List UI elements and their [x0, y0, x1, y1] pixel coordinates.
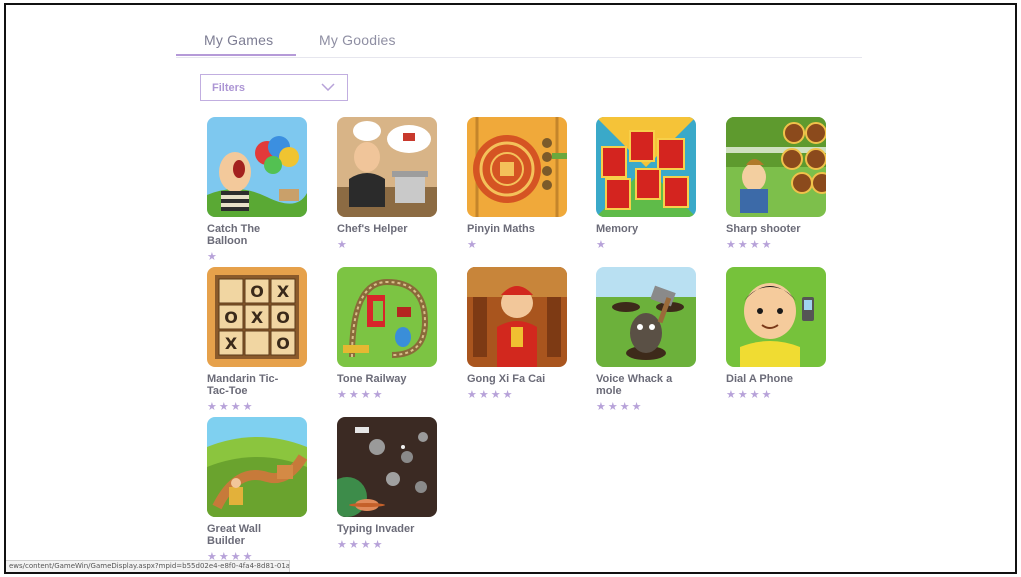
game-thumbnail[interactable]: [337, 117, 437, 217]
star-rating: ★: [467, 239, 479, 251]
game-title[interactable]: Mandarin Tic-Tac-Toe: [207, 373, 297, 397]
star-rating: ★★★★: [467, 389, 515, 401]
app-frame: My Games My Goodies Filters Catch The Ba…: [4, 3, 1017, 574]
star-rating: ★★★★: [337, 389, 385, 401]
tab-bar: My Games My Goodies: [176, 31, 862, 58]
svg-text:X: X: [251, 308, 264, 327]
game-thumbnail[interactable]: [207, 117, 307, 217]
filters-label: Filters: [212, 82, 246, 94]
game-thumbnail[interactable]: [596, 117, 696, 217]
status-bar-url: ews/content/GameWin/GameDisplay.aspx?mpi…: [6, 560, 290, 572]
game-thumbnail[interactable]: [467, 267, 567, 367]
game-tile-balloon[interactable]: Catch The Balloon ★: [207, 117, 327, 263]
game-title[interactable]: Dial A Phone: [726, 373, 816, 385]
star-rating: ★: [207, 251, 219, 263]
game-title[interactable]: Pinyin Maths: [467, 223, 557, 235]
game-title[interactable]: Great Wall Builder: [207, 523, 297, 547]
filters-dropdown[interactable]: Filters: [200, 74, 348, 101]
game-thumbnail[interactable]: [596, 267, 696, 367]
svg-text:O: O: [276, 308, 290, 327]
game-thumbnail[interactable]: [726, 267, 826, 367]
game-title[interactable]: Memory: [596, 223, 686, 235]
game-thumbnail[interactable]: [337, 417, 437, 517]
tab-my-goodies[interactable]: My Goodies: [319, 31, 396, 57]
game-tile-tictactoe[interactable]: OX OXO XO Mandarin Tic-Tac-Toe ★★★★: [207, 267, 327, 413]
chevron-down-icon: [321, 83, 335, 91]
game-title[interactable]: Chef's Helper: [337, 223, 427, 235]
star-rating: ★: [337, 239, 349, 251]
game-tile-gongxi[interactable]: Gong Xi Fa Cai ★★★★: [467, 267, 587, 401]
game-thumbnail[interactable]: OX OXO XO: [207, 267, 307, 367]
svg-text:O: O: [250, 282, 264, 301]
game-tile-memory[interactable]: Memory ★: [596, 117, 716, 251]
star-rating: ★★★★: [596, 401, 644, 413]
game-thumbnail[interactable]: [337, 267, 437, 367]
svg-text:O: O: [276, 334, 290, 353]
game-tile-pinyin[interactable]: Pinyin Maths ★: [467, 117, 587, 251]
game-title[interactable]: Typing Invader: [337, 523, 427, 535]
svg-text:O: O: [224, 308, 238, 327]
game-thumbnail[interactable]: [467, 117, 567, 217]
star-rating: ★: [596, 239, 608, 251]
game-tile-mole[interactable]: Voice Whack a mole ★★★★: [596, 267, 716, 413]
svg-text:X: X: [225, 334, 238, 353]
star-rating: ★★★★: [726, 239, 774, 251]
game-tile-shooter[interactable]: Sharp shooter ★★★★: [726, 117, 846, 251]
active-tab-indicator: [176, 54, 296, 56]
svg-text:X: X: [277, 282, 290, 301]
game-title[interactable]: Sharp shooter: [726, 223, 816, 235]
game-tile-phone[interactable]: Dial A Phone ★★★★: [726, 267, 846, 401]
star-rating: ★★★★: [337, 539, 385, 551]
star-rating: ★★★★: [726, 389, 774, 401]
game-thumbnail[interactable]: [726, 117, 826, 217]
game-title[interactable]: Voice Whack a mole: [596, 373, 686, 397]
game-title[interactable]: Gong Xi Fa Cai: [467, 373, 557, 385]
game-tile-invader[interactable]: Typing Invader ★★★★: [337, 417, 457, 551]
game-title[interactable]: Tone Railway: [337, 373, 427, 385]
game-tile-railway[interactable]: Tone Railway ★★★★: [337, 267, 457, 401]
star-rating: ★★★★: [207, 401, 255, 413]
game-title[interactable]: Catch The Balloon: [207, 223, 297, 247]
game-tile-chef[interactable]: Chef's Helper ★: [337, 117, 457, 251]
game-thumbnail[interactable]: [207, 417, 307, 517]
game-tile-wall[interactable]: Great Wall Builder ★★★★: [207, 417, 327, 563]
